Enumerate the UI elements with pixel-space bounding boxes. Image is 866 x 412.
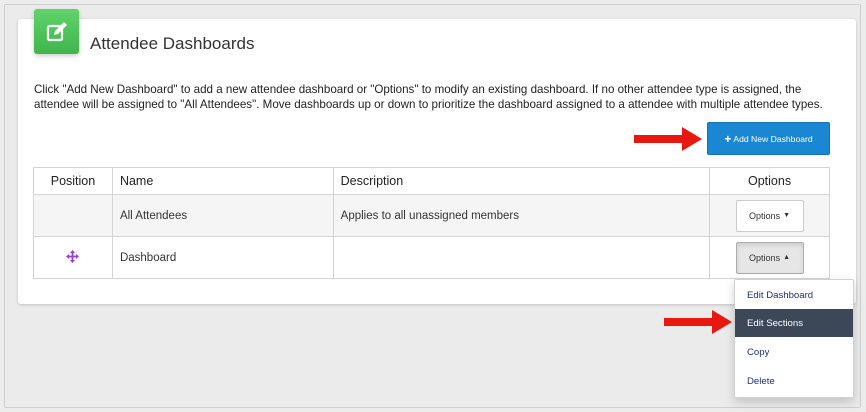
position-cell <box>33 194 113 237</box>
options-cell: Options ▼ <box>709 194 830 237</box>
name-cell: All Attendees <box>111 194 334 237</box>
column-header-position: Position <box>33 167 113 195</box>
options-label: Options <box>749 210 781 221</box>
red-arrow-edit-sections-icon <box>664 310 732 334</box>
table-row: Dashboard Options ▲ <box>33 236 830 279</box>
description-cell <box>332 236 711 279</box>
column-header-options: Options <box>709 167 830 195</box>
menu-item-delete[interactable]: Delete <box>735 367 853 395</box>
table-row: All Attendees Applies to all unassigned … <box>33 194 830 237</box>
caret-down-icon: ▼ <box>783 212 791 219</box>
add-new-dashboard-button[interactable]: + Add New Dashboard <box>707 122 830 155</box>
menu-item-edit-sections[interactable]: Edit Sections <box>735 309 853 337</box>
name-cell: Dashboard <box>111 236 334 279</box>
position-cell <box>33 236 113 279</box>
red-arrow-add-icon <box>634 127 702 151</box>
dashboards-table: Position Name Description Options All At… <box>33 167 830 279</box>
menu-item-edit-dashboard[interactable]: Edit Dashboard <box>735 281 853 309</box>
options-cell: Options ▲ <box>709 236 830 279</box>
options-button[interactable]: Options ▲ <box>735 241 804 274</box>
plus-icon: + <box>724 131 732 146</box>
description-cell: Applies to all unassigned members <box>332 194 711 237</box>
table-header-row: Position Name Description Options <box>33 167 830 195</box>
caret-up-icon: ▲ <box>783 254 791 261</box>
add-new-dashboard-label: Add New Dashboard <box>733 133 813 144</box>
menu-item-copy[interactable]: Copy <box>735 338 853 366</box>
edit-icon <box>46 21 67 41</box>
column-header-description: Description <box>332 167 711 195</box>
options-button[interactable]: Options ▼ <box>735 199 804 232</box>
page-title: Attendee Dashboards <box>90 34 255 53</box>
options-label: Options <box>749 252 781 263</box>
intro-text: Click "Add New Dashboard" to add a new a… <box>34 83 823 111</box>
options-dropdown-menu: Edit Dashboard Edit Sections Copy Delete <box>734 279 854 398</box>
move-handle-icon[interactable] <box>66 249 80 263</box>
header-icon-tile <box>34 9 79 54</box>
column-header-name: Name <box>111 167 334 195</box>
